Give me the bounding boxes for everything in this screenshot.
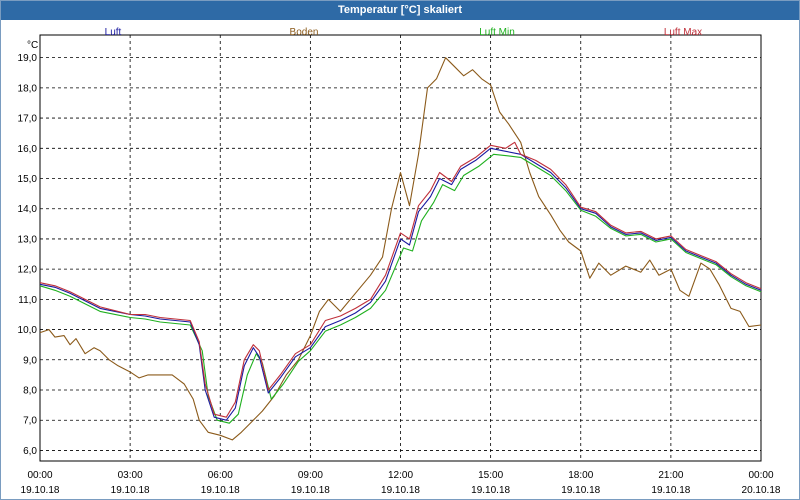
y-tick-label: 16,0	[18, 144, 38, 155]
y-tick-label: 8,0	[23, 386, 37, 397]
x-tick-date: 19.10.18	[381, 485, 420, 496]
grid	[40, 35, 761, 461]
legend-entry: Luft	[105, 27, 122, 38]
x-tick-date: 19.10.18	[201, 485, 240, 496]
y-tick-label: 15,0	[18, 174, 38, 185]
x-tick-time: 03:00	[118, 470, 143, 481]
y-tick-label: 6,0	[23, 446, 37, 457]
y-tick-label: 9,0	[23, 355, 37, 366]
series-line	[39, 141, 762, 418]
legend: Luft Boden Luft Min Luft Max	[105, 27, 703, 38]
x-tick-date: 19.10.18	[471, 485, 510, 496]
y-tick-label: 7,0	[23, 416, 37, 427]
y-tick-label: 13,0	[18, 234, 38, 245]
x-tick-time: 18:00	[568, 470, 593, 481]
x-tick-time: 06:00	[208, 470, 233, 481]
y-axis-unit: °C	[27, 40, 38, 51]
y-tick-label: 17,0	[18, 114, 38, 125]
x-tick-date: 19.10.18	[651, 485, 690, 496]
y-tick-label: 14,0	[18, 204, 38, 215]
x-tick-time: 00:00	[748, 470, 773, 481]
y-tick-label: 10,0	[18, 325, 38, 336]
x-tick-date: 19.10.18	[291, 485, 330, 496]
y-tick-label: 12,0	[18, 265, 38, 276]
legend-entry: Luft Min	[479, 27, 515, 38]
y-tick-labels: 6,0 7,0 8,0 9,0 10,0 11,0 12,0 13,0 14,0 15,0 16,0…	[18, 53, 38, 457]
legend-entry: Luft Max	[664, 27, 702, 38]
x-tick-time: 15:00	[478, 470, 503, 481]
y-tick-label: 11,0	[18, 295, 37, 306]
x-tick-date: 19.10.18	[21, 485, 60, 496]
x-tick-time: 00:00	[27, 470, 52, 481]
y-tick-label: 19,0	[18, 53, 38, 64]
x-tick-date: 19.10.18	[561, 485, 600, 496]
legend-entry: Boden	[290, 27, 319, 38]
chart-window: Temperatur [°C] skaliert °C 6,0 7,0 8,0 9,0…	[0, 0, 800, 500]
x-tick-labels: 00:00 19.10.18 03:00 19.10.18 06:00 19.10.18 0…	[21, 470, 781, 496]
x-tick-time: 21:00	[658, 470, 683, 481]
y-tick-label: 18,0	[18, 83, 38, 94]
x-tick-date: 19.10.18	[111, 485, 150, 496]
line-chart: °C 6,0 7,0 8,0 9,0 10,0 11,0 12,0 13,0 14,0 15,0 1…	[18, 27, 781, 496]
x-tick-date: 20.10.18	[742, 485, 781, 496]
x-tick-time: 09:00	[298, 470, 323, 481]
x-tick-time: 12:00	[388, 470, 413, 481]
